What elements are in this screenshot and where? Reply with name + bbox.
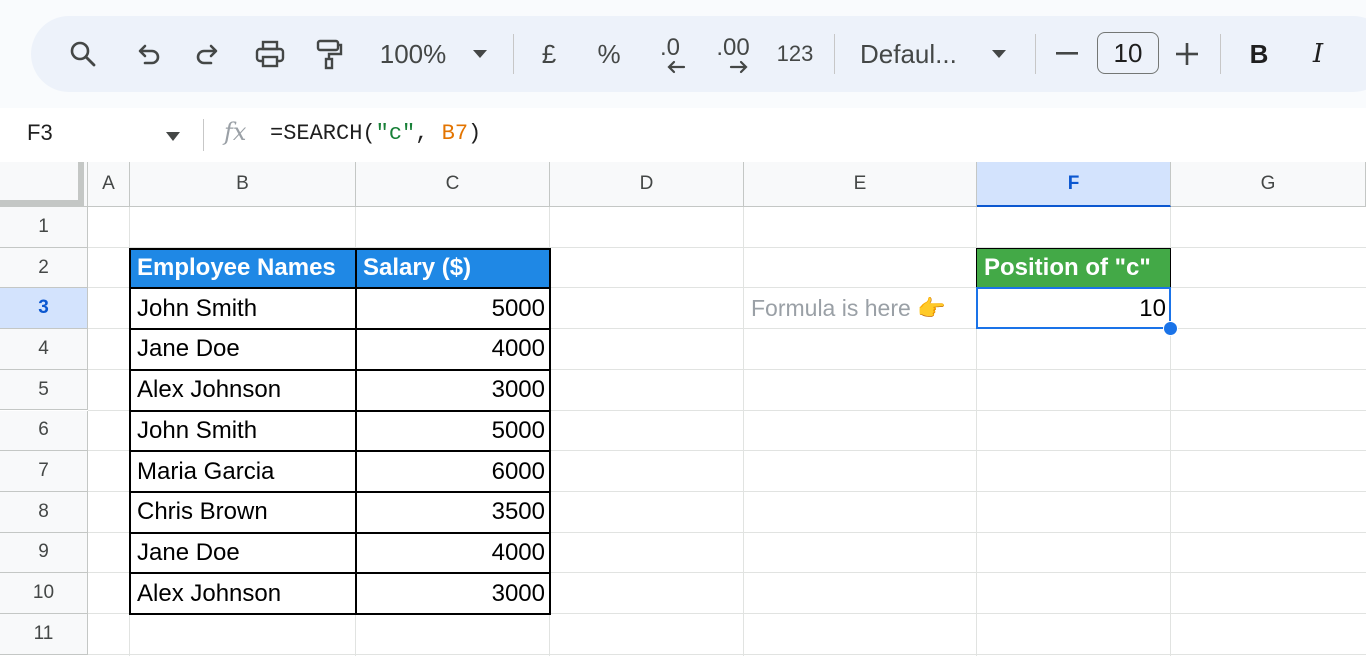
table-row-divider xyxy=(130,572,550,575)
result-header[interactable]: Position of "c" xyxy=(977,247,1171,289)
column-header-d[interactable]: D xyxy=(550,162,744,207)
cell-salary[interactable]: 5000 xyxy=(356,411,550,452)
name-box[interactable]: F3 xyxy=(27,120,53,146)
cell-salary[interactable]: 4000 xyxy=(356,533,550,574)
row-header-11[interactable]: 11 xyxy=(0,614,88,655)
row-header-6[interactable]: 6 xyxy=(0,410,88,452)
column-header-a[interactable]: A xyxy=(88,162,130,207)
spreadsheet-grid[interactable]: A B C D E F G 1 2 3 4 5 6 7 8 9 10 11 Employee Names Salary… xyxy=(0,162,1366,656)
table-row-divider xyxy=(130,287,550,290)
row-header-3[interactable]: 3 xyxy=(0,288,88,330)
cell-salary[interactable]: 3000 xyxy=(356,370,550,411)
bold-button[interactable]: B xyxy=(1244,16,1274,92)
cell-employee-name[interactable]: Jane Doe xyxy=(130,533,356,574)
zoom-select[interactable]: 100% xyxy=(373,16,453,92)
cell-salary[interactable]: 6000 xyxy=(356,451,550,492)
row-header-9[interactable]: 9 xyxy=(0,532,88,574)
column-header-e[interactable]: E xyxy=(744,162,977,207)
toolbar-divider xyxy=(1035,34,1036,74)
cell-salary[interactable]: 3000 xyxy=(356,573,550,614)
increase-decimal-label: .00 xyxy=(716,34,750,61)
table-row-divider xyxy=(130,409,550,412)
select-all-corner[interactable] xyxy=(0,162,88,207)
italic-button[interactable]: I xyxy=(1303,16,1333,92)
table-column-divider xyxy=(355,247,357,614)
row-header-5[interactable]: 5 xyxy=(0,369,88,411)
toolbar: 100% £ % .0 .00 123 Defaul... B I xyxy=(31,16,1366,92)
formula-function: =SEARCH( xyxy=(270,121,376,146)
row-header-7[interactable]: 7 xyxy=(0,451,88,492)
formula-divider xyxy=(203,119,204,151)
cell-salary[interactable]: 4000 xyxy=(356,329,550,370)
decrease-decimal-button[interactable]: .0 xyxy=(648,16,692,92)
number-format-button[interactable]: 123 xyxy=(773,16,817,92)
gridline-horizontal xyxy=(88,653,1366,655)
row-header-2[interactable]: 2 xyxy=(0,247,88,289)
gridline-vertical xyxy=(743,207,744,656)
increase-font-size-icon[interactable] xyxy=(1173,16,1201,92)
toolbar-area: 100% £ % .0 .00 123 Defaul... B I 10 xyxy=(0,0,1366,108)
toolbar-divider xyxy=(513,34,514,74)
undo-icon[interactable] xyxy=(131,16,167,92)
chevron-down-icon[interactable] xyxy=(166,132,180,141)
formula-input[interactable]: =SEARCH("c", B7) xyxy=(270,121,481,146)
toolbar-divider xyxy=(834,34,835,74)
table-header-names[interactable]: Employee Names xyxy=(130,247,356,289)
cell-employee-name[interactable]: Jane Doe xyxy=(130,329,356,370)
paint-format-icon[interactable] xyxy=(309,16,349,92)
freeze-handle-horizontal[interactable] xyxy=(0,200,84,206)
column-header-g[interactable]: G xyxy=(1171,162,1366,207)
row-header-10[interactable]: 10 xyxy=(0,573,88,614)
cell-salary[interactable]: 5000 xyxy=(356,288,550,329)
freeze-handle-vertical[interactable] xyxy=(78,162,84,204)
cell-employee-name[interactable]: Chris Brown xyxy=(130,492,356,533)
cell-employee-name[interactable]: John Smith xyxy=(130,411,356,452)
table-row-divider xyxy=(130,490,550,493)
arrow-right-icon xyxy=(729,60,748,74)
table-header-salary[interactable]: Salary ($) xyxy=(356,247,550,289)
active-cell-selection xyxy=(976,287,1171,330)
cell-employee-name[interactable]: Alex Johnson xyxy=(130,573,356,614)
currency-button[interactable]: £ xyxy=(534,16,564,92)
cell-salary[interactable]: 3500 xyxy=(356,492,550,533)
formula-note[interactable]: Formula is here 👉 xyxy=(744,288,977,329)
cell-employee-name[interactable]: Alex Johnson xyxy=(130,370,356,411)
column-header-b[interactable]: B xyxy=(130,162,356,207)
chevron-down-icon[interactable] xyxy=(986,16,1012,92)
fx-icon: fx xyxy=(224,118,247,146)
fill-handle[interactable] xyxy=(1163,321,1178,337)
toolbar-divider xyxy=(1220,34,1221,74)
table-row-divider xyxy=(130,368,550,371)
percent-button[interactable]: % xyxy=(594,16,624,92)
table-row-divider xyxy=(130,531,550,534)
formula-reference: B7 xyxy=(441,121,469,146)
redo-icon[interactable] xyxy=(189,16,225,92)
decrease-decimal-label: .0 xyxy=(659,34,680,61)
chevron-down-icon[interactable] xyxy=(467,16,493,92)
search-icon[interactable] xyxy=(65,16,101,92)
column-header-c[interactable]: C xyxy=(356,162,550,207)
arrow-left-icon xyxy=(667,60,686,74)
formula-comma: , xyxy=(415,121,442,146)
table-row-divider xyxy=(130,328,550,331)
row-header-4[interactable]: 4 xyxy=(0,329,88,370)
row-header-8[interactable]: 8 xyxy=(0,491,88,533)
cell-employee-name[interactable]: John Smith xyxy=(130,288,356,329)
font-select[interactable]: Defaul... xyxy=(860,16,970,92)
formula-string: "c" xyxy=(375,121,416,146)
increase-decimal-button[interactable]: .00 xyxy=(711,16,755,92)
decrease-font-size-icon[interactable] xyxy=(1053,16,1081,92)
formula-close: ) xyxy=(468,121,482,146)
column-header-f[interactable]: F xyxy=(977,162,1171,207)
row-header-1[interactable]: 1 xyxy=(0,207,88,248)
print-icon[interactable] xyxy=(250,16,290,92)
formula-bar: F3 fx =SEARCH("c", B7) xyxy=(0,108,1366,163)
font-size-input[interactable]: 10 xyxy=(1097,32,1159,74)
cell-employee-name[interactable]: Maria Garcia xyxy=(130,451,356,492)
table-row-divider xyxy=(130,450,550,453)
